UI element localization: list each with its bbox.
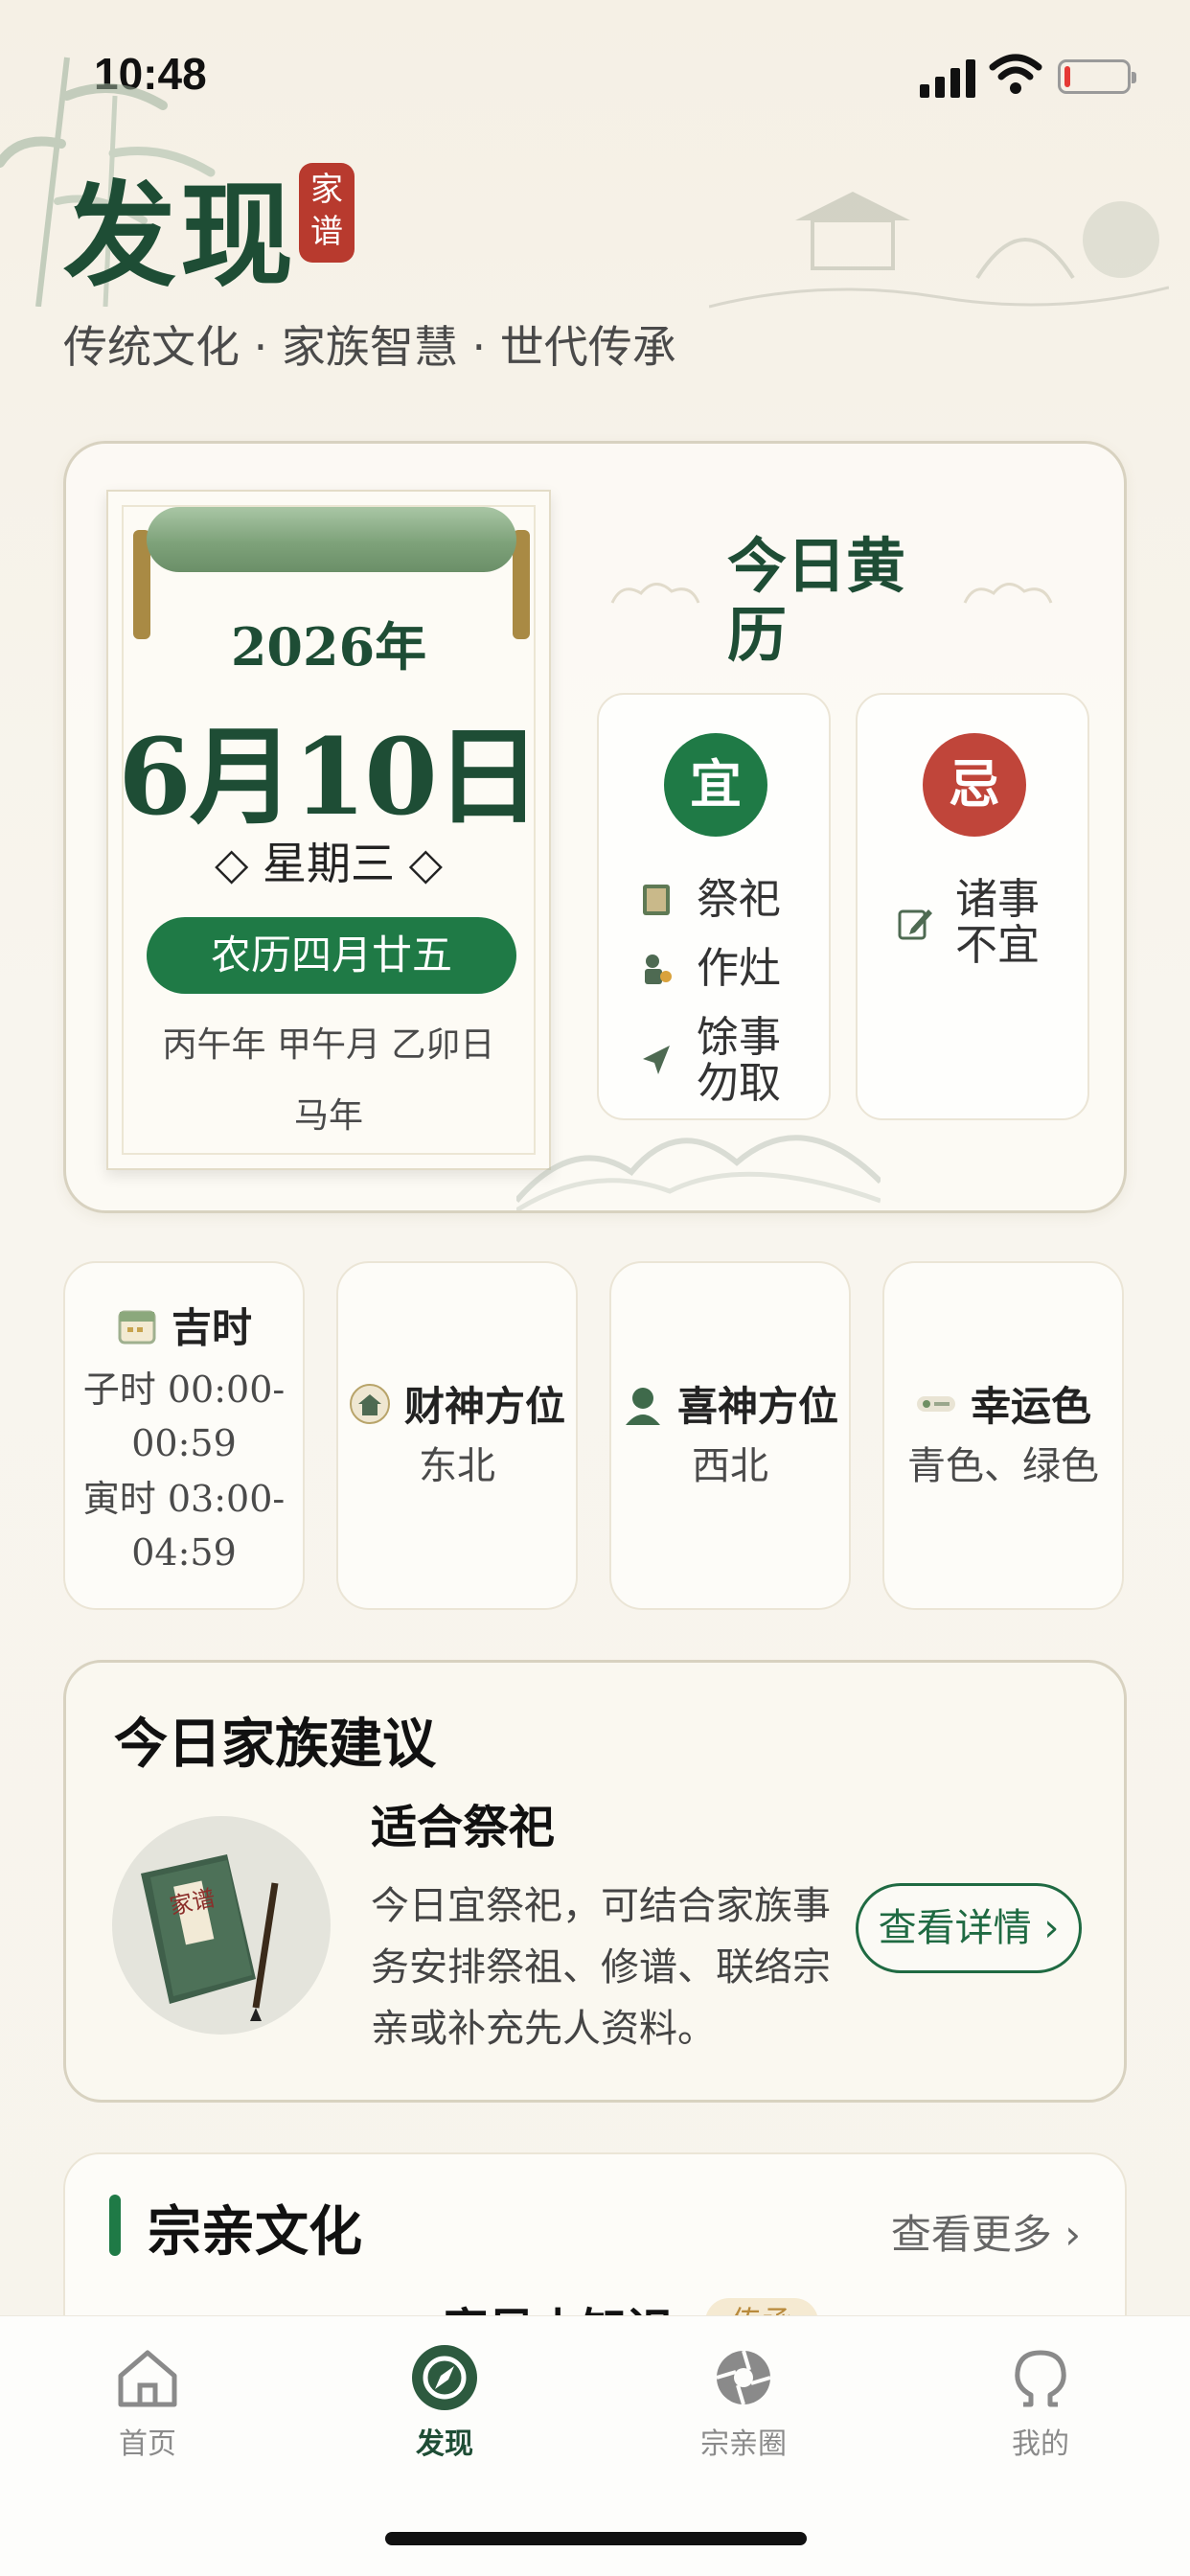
calendar-date: 6月10日 bbox=[118, 715, 541, 839]
zodiac-year: 马年 bbox=[293, 1096, 363, 1136]
scroll-rod bbox=[147, 507, 516, 572]
color-swatch-icon bbox=[916, 1395, 955, 1412]
wealth-direction-label: 财神方位 bbox=[403, 1383, 565, 1430]
page-title: 发现 bbox=[63, 169, 298, 302]
calendar-weekday: ◇ 星期三 ◇ bbox=[215, 838, 443, 889]
wealth-direction-value: 东北 bbox=[419, 1444, 495, 1488]
profile-icon bbox=[1015, 2350, 1066, 2407]
tab-clan-circle[interactable]: 宗亲圈 bbox=[657, 2341, 830, 2462]
fortune-god-icon bbox=[349, 1383, 390, 1424]
lucky-hours-value: 00:59 bbox=[131, 1422, 237, 1464]
tab-discover[interactable]: 发现 bbox=[358, 2341, 531, 2462]
tab-home[interactable]: 首页 bbox=[61, 2341, 234, 2462]
battery-icon bbox=[1058, 59, 1136, 94]
lucky-hours-value: 子时 00:00- bbox=[82, 1368, 286, 1411]
calendar-icon bbox=[118, 1310, 156, 1344]
edit-icon bbox=[898, 909, 932, 940]
lucky-hours-value: 寅时 03:00- bbox=[82, 1478, 286, 1520]
genealogy-seal: 家 谱 bbox=[299, 163, 355, 263]
family-advice-subtitle: 适合祭祀 bbox=[371, 1801, 556, 1854]
almanac-title: 今日黄历 bbox=[727, 531, 906, 670]
auspicious-panel[interactable]: 宜 祭祀 作灶 馀事勿取 bbox=[597, 693, 831, 1120]
wifi-icon bbox=[989, 54, 1042, 94]
cellular-signal-icon bbox=[920, 59, 975, 98]
seal-char-1: 家 bbox=[310, 171, 343, 209]
section-accent-bar bbox=[109, 2195, 121, 2256]
auspicious-item: 馀事勿取 bbox=[637, 1015, 829, 1107]
home-indicator bbox=[385, 2532, 807, 2545]
joy-direction-header: 喜神方位 bbox=[611, 1374, 849, 1433]
lucky-hours-header: 吉时 bbox=[65, 1296, 303, 1354]
family-advice-description: 今日宜祭祀，可结合家族事务安排祭祖、修谱、联络宗亲或补充先人资料。 bbox=[371, 1884, 831, 2051]
auspicious-item-label: 作灶 bbox=[697, 944, 781, 993]
joy-direction-label: 喜神方位 bbox=[676, 1383, 838, 1430]
lucky-color-value: 青色、绿色 bbox=[907, 1444, 1099, 1488]
page-subtitle: 传统文化 · 家族智慧 · 世代传承 bbox=[63, 321, 676, 373]
auspicious-item-label: 祭祀 bbox=[697, 875, 781, 924]
joy-direction-card[interactable]: 喜神方位 西北 bbox=[609, 1261, 851, 1610]
inauspicious-item: 诸事不宜 bbox=[896, 877, 1087, 969]
auspicious-badge: 宜 bbox=[664, 733, 767, 837]
compass-icon bbox=[412, 2345, 477, 2410]
auspicious-item: 作灶 bbox=[637, 946, 829, 992]
inauspicious-badge: 忌 bbox=[923, 733, 1026, 837]
book-icon bbox=[643, 885, 670, 915]
joy-direction-value: 西北 bbox=[692, 1444, 768, 1488]
family-advice-title: 今日家族建议 bbox=[114, 1714, 436, 1776]
view-details-button[interactable]: 查看详情 › bbox=[856, 1883, 1082, 1973]
seal-char-2: 谱 bbox=[310, 213, 343, 251]
auspicious-item-label: 馀事勿取 bbox=[697, 1013, 781, 1108]
lucky-hours-card[interactable]: 吉时 子时 00:00- 00:59 寅时 03:00- 04:59 bbox=[63, 1261, 305, 1610]
lucky-color-label: 幸运色 bbox=[970, 1383, 1091, 1430]
genealogy-book-illustration: 家谱 bbox=[112, 1816, 331, 2035]
inauspicious-panel[interactable]: 忌 诸事不宜 bbox=[856, 693, 1089, 1120]
lucky-hours-value: 04:59 bbox=[131, 1531, 237, 1574]
home-icon bbox=[118, 2350, 177, 2407]
tab-home-label: 首页 bbox=[119, 2427, 176, 2461]
inauspicious-item-label: 诸事不宜 bbox=[955, 875, 1040, 970]
tab-profile[interactable]: 我的 bbox=[954, 2341, 1127, 2462]
cloud-decoration-left bbox=[610, 583, 700, 604]
tab-profile-label: 我的 bbox=[1012, 2427, 1069, 2461]
clan-culture-title: 宗亲文化 bbox=[148, 2201, 362, 2264]
stove-icon bbox=[645, 954, 672, 984]
wave-decoration bbox=[516, 1135, 881, 1210]
wealth-direction-header: 财神方位 bbox=[338, 1374, 576, 1433]
discover-page: 10:48 发现 家 谱 传统文化 · 家族智慧 · 世代传承 2026年 6月… bbox=[0, 0, 1190, 2576]
tab-clan-circle-label: 宗亲圈 bbox=[700, 2427, 787, 2461]
cloud-decoration-right bbox=[963, 583, 1053, 604]
navigation-arrow-icon bbox=[643, 1046, 670, 1074]
wealth-direction-card[interactable]: 财神方位 东北 bbox=[336, 1261, 578, 1610]
lucky-color-card[interactable]: 幸运色 青色、绿色 bbox=[882, 1261, 1124, 1610]
tab-discover-label: 发现 bbox=[416, 2427, 473, 2461]
view-more-link[interactable]: 查看更多 › bbox=[891, 2202, 1081, 2261]
lunar-date-pill: 农历四月廿五 bbox=[147, 917, 516, 994]
calendar-year: 2026年 bbox=[230, 616, 427, 678]
joy-god-icon bbox=[625, 1387, 660, 1425]
family-advice-card[interactable]: 今日家族建议 家谱 适合祭祀 今日宜祭祀，可结合家族事务安排祭祖、修谱、联络宗亲… bbox=[63, 1660, 1127, 2103]
lucky-hours-label: 吉时 bbox=[171, 1304, 252, 1351]
ganzhi-text: 丙午年 甲午月 乙卯日 bbox=[162, 1025, 495, 1065]
book-brush-icon: 家谱 bbox=[141, 1854, 279, 2021]
auspicious-item: 祭祀 bbox=[637, 877, 829, 923]
lucky-color-header: 幸运色 bbox=[884, 1374, 1122, 1433]
aperture-icon bbox=[716, 2350, 771, 2405]
pavilion-decoration bbox=[709, 192, 1169, 309]
almanac-card[interactable]: 2026年 6月10日 ◇ 星期三 ◇ 农历四月廿五 丙午年 甲午月 乙卯日 马… bbox=[63, 441, 1127, 1213]
